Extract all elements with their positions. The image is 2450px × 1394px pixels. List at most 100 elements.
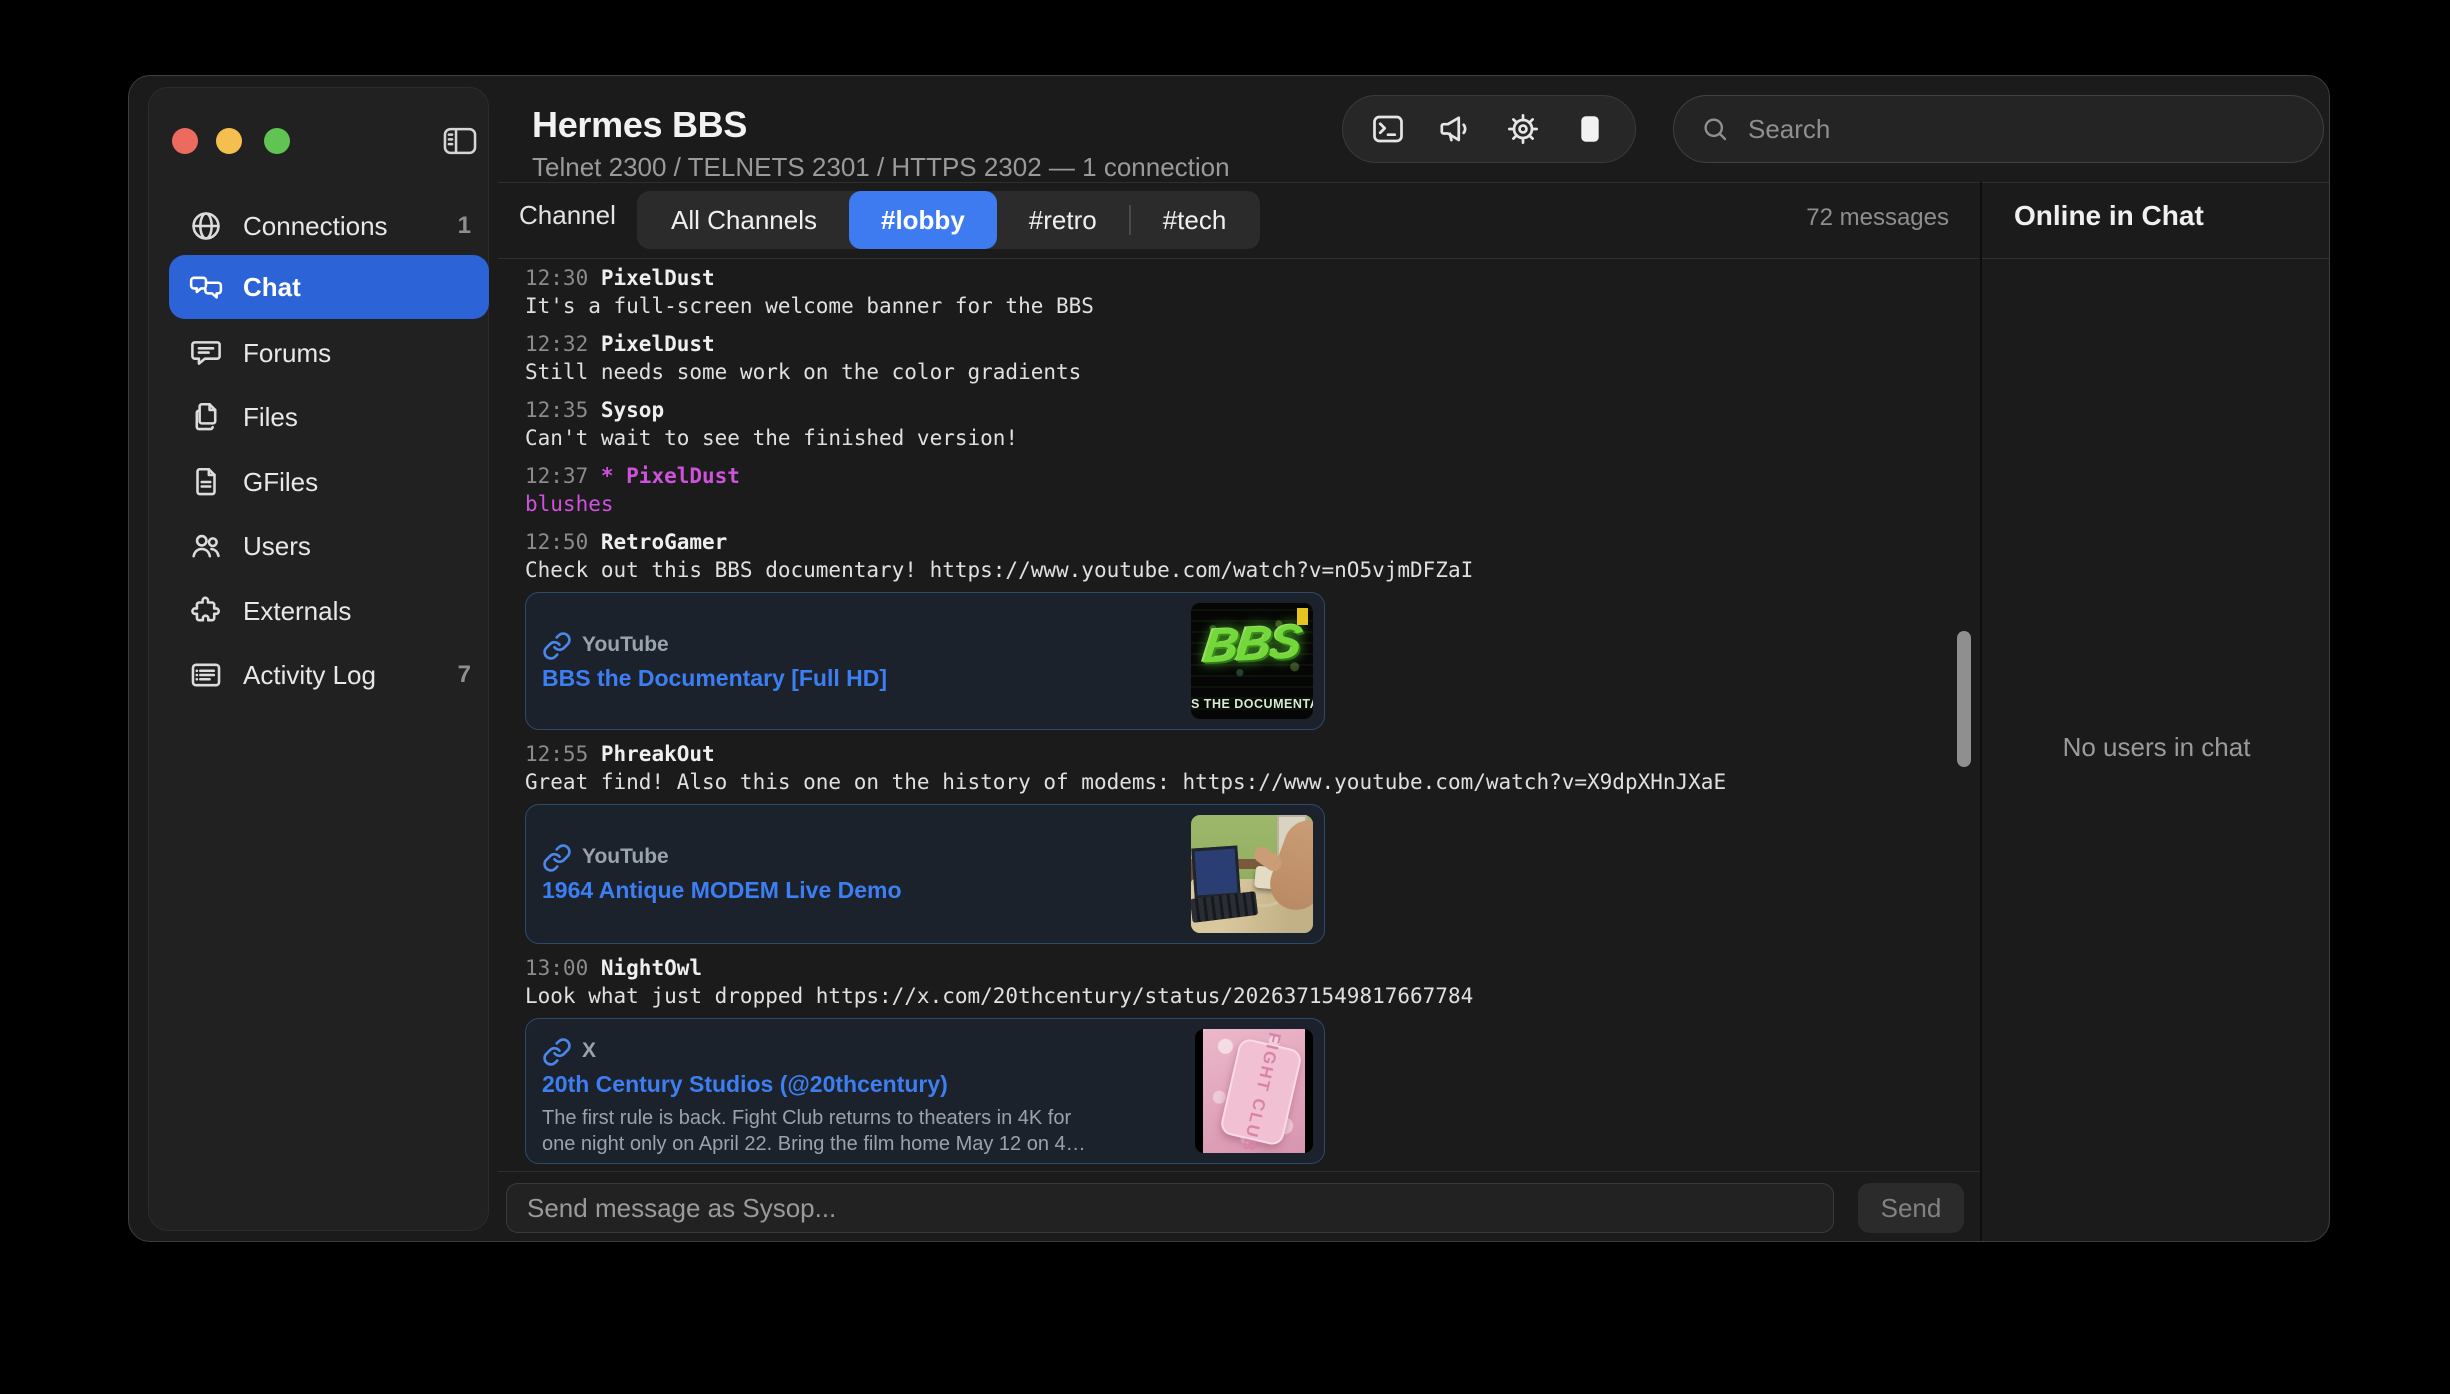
message-text: Look what just dropped https://x.com/20t…: [525, 982, 1980, 1010]
message-row: 12:32 PixelDustStill needs some work on …: [525, 330, 1980, 386]
terminal-icon: [1370, 111, 1406, 147]
thumbnail-fight-club[interactable]: FIGHT CLUB: [1195, 1029, 1313, 1153]
sidebar-item-chat[interactable]: Chat: [169, 255, 489, 319]
tab-retro[interactable]: #retro: [997, 191, 1129, 249]
sidebar-item-gfiles[interactable]: GFiles: [169, 450, 489, 514]
send-button[interactable]: Send: [1858, 1183, 1964, 1233]
link-site-name: YouTube: [582, 845, 669, 869]
tab-lobby[interactable]: #lobby: [849, 191, 997, 249]
thumbnail-bbs-documentary[interactable]: BBSS THE DOCUMENTA: [1191, 603, 1313, 719]
thumb-caption: S THE DOCUMENTA: [1191, 697, 1313, 711]
thumbnail-modem-demo[interactable]: [1191, 815, 1313, 933]
window-title: Hermes BBS: [532, 104, 747, 146]
sidebar-item-externals[interactable]: Externals: [169, 579, 489, 643]
sidebar-item-forums[interactable]: Forums: [169, 321, 489, 385]
message-time: 12:50: [525, 530, 588, 554]
message-time: 12:37: [525, 464, 588, 488]
files-icon: [189, 400, 223, 434]
sidebar-item-label: Files: [243, 402, 489, 433]
search-icon: [1700, 114, 1730, 144]
chat-bubbles-icon: [189, 270, 223, 304]
message-row: 12:30 PixelDustIt's a full-screen welcom…: [525, 264, 1980, 320]
message-user: * PixelDust: [601, 464, 740, 488]
sidebar-item-label: GFiles: [243, 467, 489, 498]
link-description: The first rule is back. Fight Club retur…: [542, 1105, 1086, 1157]
globe-icon: [189, 209, 223, 243]
sidebar-item-label: Connections: [243, 211, 458, 242]
right-panel-divider: [1980, 182, 1982, 1241]
link-preview-card[interactable]: X 20th Century Studios (@20thcentury) The …: [525, 1018, 1325, 1164]
activity-list-icon: [189, 658, 223, 692]
link-title[interactable]: 1964 Antique MODEM Live Demo: [542, 877, 902, 904]
message-time: 12:32: [525, 332, 588, 356]
message-row: 13:00 NightOwlLook what just dropped htt…: [525, 954, 1980, 1164]
scrollbar-thumb[interactable]: [1957, 631, 1971, 767]
link-icon: [542, 843, 572, 873]
message-user: NightOwl: [601, 956, 702, 980]
message-user: PhreakOut: [601, 742, 715, 766]
message-input[interactable]: [506, 1183, 1834, 1233]
sidebar: Connections1 Chat Forums Files GFiles Users Ex…: [148, 87, 489, 1231]
sidebar-item-connections[interactable]: Connections1: [169, 194, 489, 258]
message-text: blushes: [525, 490, 1980, 518]
message-time: 13:00: [525, 956, 588, 980]
sidebar-item-label: Users: [243, 531, 489, 562]
link-title[interactable]: BBS the Documentary [Full HD]: [542, 665, 887, 692]
search-field[interactable]: [1673, 95, 2324, 163]
sidebar-item-activity-log[interactable]: Activity Log7: [169, 643, 489, 707]
channel-segmented-control: All Channels#lobby#retro#tech: [637, 191, 1260, 249]
users-icon: [189, 529, 223, 563]
link-title[interactable]: 20th Century Studios (@20thcentury): [542, 1071, 948, 1098]
terminal-button[interactable]: [1366, 107, 1410, 151]
link-icon: [542, 631, 572, 661]
message-user: PixelDust: [601, 266, 715, 290]
puzzle-icon: [189, 594, 223, 628]
zoom-button[interactable]: [264, 128, 290, 154]
server-status-subtitle: Telnet 2300 / TELNETS 2301 / HTTPS 2302 …: [532, 152, 1230, 183]
message-text: Still needs some work on the color gradi…: [525, 358, 1980, 386]
sidebar-badge: 7: [458, 661, 471, 689]
sidebar-badge: 1: [458, 212, 471, 240]
message-text: Check out this BBS documentary! https://…: [525, 556, 1980, 584]
megaphone-button[interactable]: [1433, 107, 1477, 151]
stop-button[interactable]: [1568, 107, 1612, 151]
message-time: 12:55: [525, 742, 588, 766]
chat-message-list: 12:30 PixelDustIt's a full-screen welcom…: [498, 258, 1980, 1171]
document-icon: [189, 465, 223, 499]
message-row: 12:50 RetroGamerCheck out this BBS docum…: [525, 528, 1980, 730]
minimize-button[interactable]: [216, 128, 242, 154]
sidebar-item-label: Activity Log: [243, 660, 458, 691]
tab-tech[interactable]: #tech: [1131, 191, 1259, 249]
sidebar-item-files[interactable]: Files: [169, 385, 489, 449]
online-panel-empty-text: No users in chat: [1982, 732, 2330, 763]
header-divider: [498, 182, 2329, 183]
link-preview-card[interactable]: YouTube 1964 Antique MODEM Live Demo: [525, 804, 1325, 944]
stop-icon: [1572, 111, 1608, 147]
gear-icon: [1505, 111, 1541, 147]
online-panel-title: Online in Chat: [2014, 200, 2204, 232]
sidebar-item-users[interactable]: Users: [169, 514, 489, 578]
sidebar-item-label: Externals: [243, 596, 489, 627]
thumb-accent: [1297, 608, 1308, 625]
thumb-soap-text: FIGHT CLUB: [1237, 1030, 1284, 1153]
message-text: Great find! Also this one on the history…: [525, 768, 1980, 796]
message-text: Can't wait to see the finished version!: [525, 424, 1980, 452]
sidebar-toggle-icon[interactable]: [437, 120, 483, 162]
message-row: 12:35 SysopCan't wait to see the finishe…: [525, 396, 1980, 452]
message-row: 12:37 * PixelDustblushes: [525, 462, 1980, 518]
megaphone-icon: [1437, 111, 1473, 147]
link-preview-card[interactable]: YouTube BBS the Documentary [Full HD] BBSS…: [525, 592, 1325, 730]
sidebar-item-label: Chat: [243, 272, 489, 303]
link-site-name: X: [582, 1039, 596, 1063]
app-window: Connections1 Chat Forums Files GFiles Users Ex…: [128, 75, 2330, 1242]
message-count: 72 messages: [1749, 204, 1949, 232]
message-time: 12:30: [525, 266, 588, 290]
link-site-name: YouTube: [582, 633, 669, 657]
message-user: Sysop: [601, 398, 664, 422]
search-input[interactable]: [1746, 113, 2286, 146]
close-button[interactable]: [172, 128, 198, 154]
channel-label: Channel: [519, 200, 616, 231]
tab-all-channels[interactable]: All Channels: [639, 191, 849, 249]
message-user: PixelDust: [601, 332, 715, 356]
gear-button[interactable]: [1501, 107, 1545, 151]
